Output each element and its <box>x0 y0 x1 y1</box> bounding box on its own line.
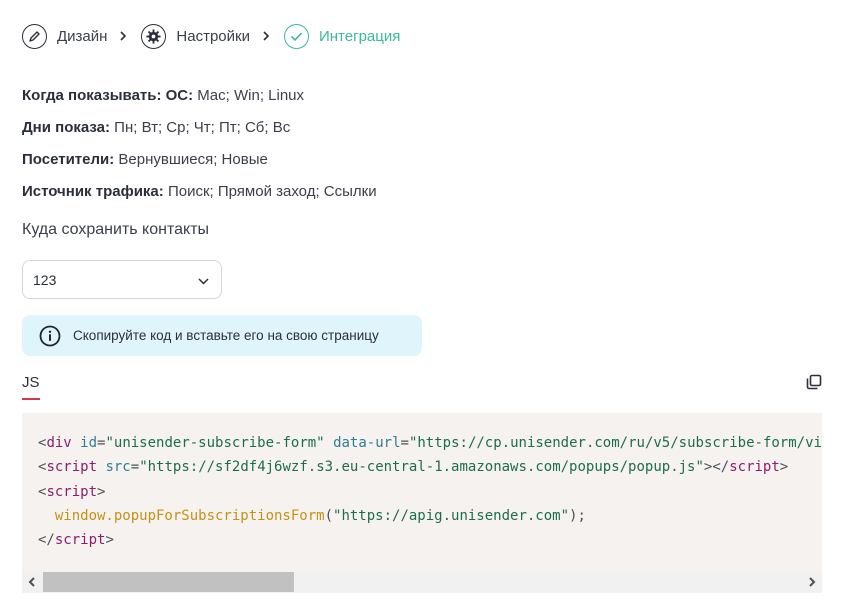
summary-value: Пн; Вт; Ср; Чт; Пт; Сб; Вс <box>110 119 291 136</box>
step-integration-label: Интеграция <box>318 27 401 45</box>
summary-row-os: Когда показывать: ОС: Mac; Win; Linux <box>22 86 377 118</box>
summary-row-visitors: Посетители: Вернувшиеся; Новые <box>22 150 377 182</box>
code-block[interactable]: <div id="unisender-subscribe-form" data-… <box>22 413 822 593</box>
chevron-right-icon <box>262 31 270 41</box>
code-line: <script> <box>38 483 106 500</box>
code-content: <div id="unisender-subscribe-form" data-… <box>38 431 822 552</box>
info-icon <box>39 325 61 347</box>
save-contacts-select[interactable]: 123 <box>22 260 222 299</box>
code-line: </script> <box>38 532 114 549</box>
summary-label: Посетители: <box>22 151 115 168</box>
check-icon <box>283 23 309 49</box>
save-contacts-label: Куда сохранить контакты <box>22 221 210 238</box>
pencil-icon <box>22 23 47 49</box>
code-line: <div id="unisender-subscribe-form" data-… <box>38 435 822 451</box>
horizontal-scrollbar[interactable] <box>22 571 822 593</box>
code-line: <script src="https://sf2df4j6wzf.s3.eu-c… <box>38 459 789 476</box>
chevron-down-icon <box>198 272 209 288</box>
step-design[interactable]: Дизайн <box>22 23 108 49</box>
summary-label: Дни показа: <box>22 119 110 136</box>
step-integration[interactable]: Интеграция <box>283 23 401 49</box>
summary-label: Когда показывать: ОС: <box>22 87 194 104</box>
summary-row-traffic: Источник трафика: Поиск; Прямой заход; С… <box>22 182 377 214</box>
settings-summary: Когда показывать: ОС: Mac; Win; Linux Дн… <box>22 86 377 214</box>
scroll-right-arrow-icon[interactable] <box>806 576 818 588</box>
step-settings[interactable]: Настройки <box>141 23 250 49</box>
summary-value: Mac; Win; Linux <box>193 87 305 104</box>
gear-icon <box>141 23 167 49</box>
step-design-label: Дизайн <box>57 27 108 45</box>
step-settings-label: Настройки <box>176 27 250 45</box>
code-line: window.popupForSubscriptionsForm("https:… <box>54 507 586 524</box>
chevron-right-icon <box>119 31 127 41</box>
scrollbar-thumb[interactable] <box>43 572 294 592</box>
info-banner: Скопируйте код и вставьте его на свою ст… <box>22 315 422 356</box>
scroll-left-arrow-icon[interactable] <box>26 576 38 588</box>
select-value: 123 <box>33 271 57 288</box>
copy-icon[interactable] <box>806 374 822 390</box>
tab-js[interactable]: JS <box>22 374 40 400</box>
summary-row-days: Дни показа: Пн; Вт; Ср; Чт; Пт; Сб; Вс <box>22 118 377 150</box>
stepper: Дизайн Настройки Интеграция <box>22 23 400 49</box>
summary-value: Вернувшиеся; Новые <box>114 151 268 168</box>
info-text: Скопируйте код и вставьте его на свою ст… <box>73 328 379 343</box>
summary-value: Поиск; Прямой заход; Ссылки <box>163 183 377 200</box>
summary-label: Источник трафика: <box>22 183 164 200</box>
